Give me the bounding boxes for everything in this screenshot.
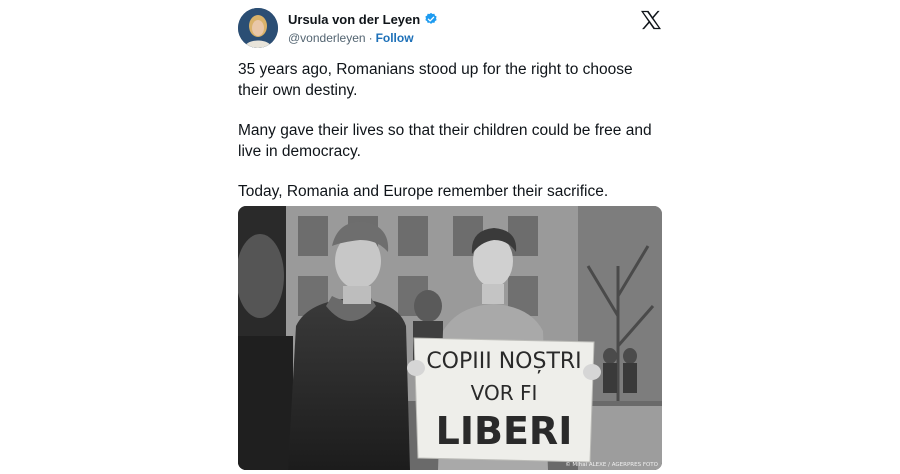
- author-handle[interactable]: @vonderleyen: [288, 31, 366, 45]
- x-logo-icon[interactable]: [640, 10, 662, 30]
- tweet-paragraph: Today, Romania and Europe remember their…: [238, 183, 609, 200]
- tweet-text: 35 years ago, Romanians stood up for the…: [238, 59, 658, 221]
- handle-separator: ·: [368, 31, 373, 45]
- author-avatar[interactable]: [238, 8, 278, 48]
- tweet-paragraph: 35 years ago, Romanians stood up for the…: [238, 61, 633, 99]
- sign-line-1: COPIII NOȘTRI: [426, 349, 581, 374]
- follow-button[interactable]: Follow: [376, 31, 414, 45]
- sign-line-2: VOR FI: [471, 381, 538, 405]
- sign-line-3: LIBERI: [436, 409, 573, 453]
- tweet-photo[interactable]: COPIII NOȘTRI VOR FI LIBERI © Mihai ALEX…: [238, 206, 662, 470]
- author-name[interactable]: Ursula von der Leyen: [288, 12, 420, 27]
- tweet-paragraph: Many gave their lives so that their chil…: [238, 122, 652, 160]
- tweet-card: Ursula von der Leyen @vonderleyen · Foll…: [226, 0, 674, 474]
- verified-badge-icon: [424, 12, 438, 26]
- tweet-header: Ursula von der Leyen @vonderleyen · Foll…: [238, 8, 664, 48]
- author-info: Ursula von der Leyen @vonderleyen · Foll…: [288, 10, 438, 45]
- photo-credit: © Mihai ALEXE / AGERPRES FOTO: [565, 461, 658, 468]
